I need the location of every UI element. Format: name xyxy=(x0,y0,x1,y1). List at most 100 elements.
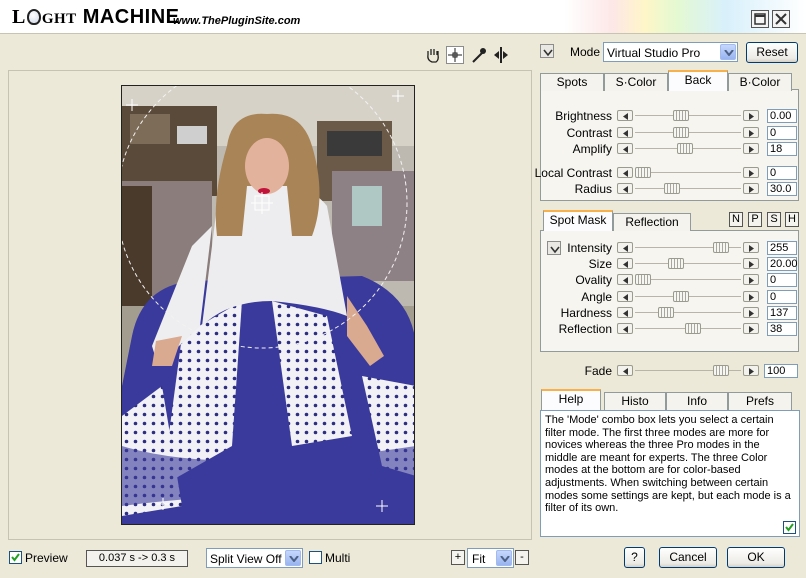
tab-s-color[interactable]: S·Color xyxy=(604,73,668,91)
crosshair-tool-icon[interactable] xyxy=(446,46,464,64)
preview-image[interactable] xyxy=(121,85,415,525)
arrow-right-icon[interactable] xyxy=(743,127,759,138)
local-contrast-value[interactable]: 0 xyxy=(767,166,797,180)
help-text: The 'Mode' combo box lets you select a c… xyxy=(540,410,800,537)
close-button[interactable] xyxy=(772,10,790,28)
arrow-left-icon[interactable] xyxy=(617,323,633,334)
slider-thumb[interactable] xyxy=(713,365,729,376)
arrow-left-icon[interactable] xyxy=(617,258,633,269)
arrow-right-icon[interactable] xyxy=(743,167,759,178)
cancel-button[interactable]: Cancel xyxy=(659,547,717,568)
ovality-value[interactable]: 0 xyxy=(767,273,797,287)
slider-thumb[interactable] xyxy=(677,143,693,154)
arrow-left-icon[interactable] xyxy=(617,365,633,376)
spot-button-n[interactable]: N xyxy=(729,212,743,227)
hardness-slider[interactable] xyxy=(617,307,759,319)
arrow-left-icon[interactable] xyxy=(617,307,633,318)
slider-thumb[interactable] xyxy=(635,167,651,178)
arrow-right-icon[interactable] xyxy=(743,183,759,194)
hardness-value[interactable]: 137 xyxy=(767,306,797,320)
mode-select[interactable]: Virtual Studio Pro xyxy=(603,42,738,62)
reflection-value[interactable]: 38 xyxy=(767,322,797,336)
intensity-label: Intensity xyxy=(567,241,612,255)
arrow-left-icon[interactable] xyxy=(617,242,633,253)
brightness-value[interactable]: 0.00 xyxy=(767,109,797,123)
radius-slider[interactable] xyxy=(617,183,759,195)
contrast-slider[interactable] xyxy=(617,127,759,139)
arrow-right-icon[interactable] xyxy=(743,258,759,269)
zoom-select[interactable]: Fit xyxy=(467,548,514,568)
arrow-right-icon[interactable] xyxy=(743,110,759,121)
slider-thumb[interactable] xyxy=(635,274,651,285)
ok-button[interactable]: OK xyxy=(727,547,785,568)
split-compare-icon[interactable] xyxy=(492,46,510,64)
arrow-right-icon[interactable] xyxy=(743,242,759,253)
slider-thumb[interactable] xyxy=(664,183,680,194)
tab-info[interactable]: Info xyxy=(666,392,728,410)
tab-spots[interactable]: Spots xyxy=(540,73,604,91)
ovality-slider[interactable] xyxy=(617,274,759,286)
zoom-out-button[interactable]: - xyxy=(515,550,529,565)
maximize-button[interactable] xyxy=(751,10,769,28)
arrow-right-icon[interactable] xyxy=(743,143,759,154)
fade-slider[interactable] xyxy=(617,365,759,377)
intensity-value[interactable]: 255 xyxy=(767,241,797,255)
arrow-right-icon[interactable] xyxy=(743,291,759,302)
arrow-right-icon[interactable] xyxy=(743,365,759,376)
spot-button-s[interactable]: S xyxy=(767,212,781,227)
spot-button-h[interactable]: H xyxy=(785,212,799,227)
arrow-left-icon[interactable] xyxy=(617,110,633,121)
arrow-left-icon[interactable] xyxy=(617,143,633,154)
amplify-slider[interactable] xyxy=(617,143,759,155)
spot-button-p[interactable]: P xyxy=(748,212,762,227)
amplify-value[interactable]: 18 xyxy=(767,142,797,156)
size-value[interactable]: 20.00 xyxy=(767,257,798,271)
arrow-left-icon[interactable] xyxy=(617,274,633,285)
arrow-left-icon[interactable] xyxy=(617,291,633,302)
intensity-slider[interactable] xyxy=(617,242,759,254)
slider-thumb[interactable] xyxy=(673,127,689,138)
contrast-value[interactable]: 0 xyxy=(767,126,797,140)
angle-slider[interactable] xyxy=(617,291,759,303)
arrow-right-icon[interactable] xyxy=(743,274,759,285)
slider-thumb[interactable] xyxy=(713,242,729,253)
eyedropper-icon[interactable] xyxy=(470,46,488,64)
radius-value[interactable]: 30.0 xyxy=(767,182,797,196)
tab-help[interactable]: Help xyxy=(541,389,601,410)
fade-value[interactable]: 100 xyxy=(764,364,798,378)
help-button[interactable]: ? xyxy=(624,547,645,568)
split-view-select[interactable]: Split View Off xyxy=(206,548,303,568)
arrow-left-icon[interactable] xyxy=(617,183,633,194)
tab-b-color[interactable]: B·Color xyxy=(728,73,792,91)
render-timing: 0.037 s -> 0.3 s xyxy=(86,550,188,567)
angle-value[interactable]: 0 xyxy=(767,290,797,304)
arrow-left-icon[interactable] xyxy=(617,127,633,138)
reset-button[interactable]: Reset xyxy=(746,42,798,63)
zoom-in-button[interactable]: + xyxy=(451,550,465,565)
tab-spot-mask[interactable]: Spot Mask xyxy=(543,210,613,231)
slider-thumb[interactable] xyxy=(673,110,689,121)
arrow-right-icon[interactable] xyxy=(743,323,759,334)
arrow-right-icon[interactable] xyxy=(743,307,759,318)
tab-reflection[interactable]: Reflection xyxy=(613,213,691,231)
checkmark-icon xyxy=(785,523,794,532)
size-slider[interactable] xyxy=(617,258,759,270)
slider-thumb[interactable] xyxy=(668,258,684,269)
close-icon xyxy=(775,13,787,25)
slider-thumb[interactable] xyxy=(673,291,689,302)
multi-checkbox[interactable] xyxy=(309,551,322,564)
arrow-left-icon[interactable] xyxy=(617,167,633,178)
tab-prefs[interactable]: Prefs xyxy=(728,392,792,410)
reflection-slider[interactable] xyxy=(617,323,759,335)
slider-thumb[interactable] xyxy=(685,323,701,334)
hand-tool-icon[interactable] xyxy=(424,46,442,64)
preview-checkbox[interactable] xyxy=(9,551,22,564)
tab-histo[interactable]: Histo xyxy=(604,392,666,410)
help-checkbox[interactable] xyxy=(783,521,796,534)
dropdown-arrow-icon xyxy=(496,550,512,566)
mode-menu-button[interactable] xyxy=(540,44,554,58)
brightness-slider[interactable] xyxy=(617,110,759,122)
local-contrast-slider[interactable] xyxy=(617,167,759,179)
tab-back[interactable]: Back xyxy=(668,70,728,91)
slider-thumb[interactable] xyxy=(658,307,674,318)
